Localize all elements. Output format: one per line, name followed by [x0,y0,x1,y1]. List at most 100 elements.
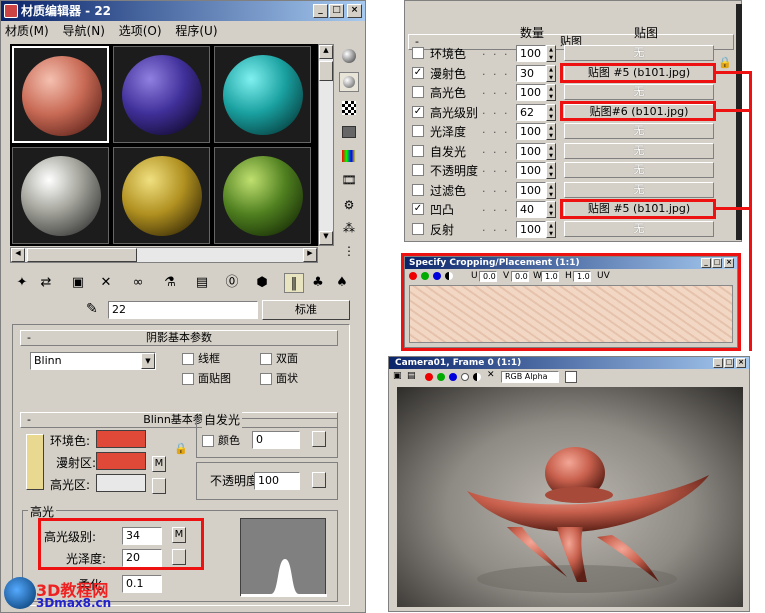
map-amount-input[interactable]: 100 [516,142,546,160]
assign-to-selection-icon[interactable]: ▣ [68,273,88,293]
map-slot-button[interactable]: 无 [564,220,714,237]
alpha-channel-icon[interactable] [461,373,469,381]
mono-icon[interactable] [473,373,481,381]
map-amount-spinner[interactable]: ▲ ▼ [546,220,556,238]
map-amount-spinner[interactable]: ▲ ▼ [546,201,556,218]
sample-uv-tiling-icon[interactable] [339,122,359,142]
sample-type-icon[interactable] [339,46,359,66]
map-amount-spinner[interactable]: ▲ ▼ [546,142,556,160]
self-illum-color-checkbox[interactable]: 颜色 [202,432,240,448]
minimize-button[interactable]: _ [313,4,328,18]
sample-slot-1[interactable] [12,46,109,143]
map-enable-checkbox[interactable] [412,86,424,98]
material-effects-icon[interactable]: ▤ [192,273,212,293]
pick-material-icon[interactable]: ✎ [86,301,98,317]
soften-input[interactable]: 0.1 [122,575,162,593]
map-amount-input[interactable]: 30 [516,64,546,82]
map-amount-spinner[interactable]: ▲ ▼ [546,45,556,62]
map-amount-input[interactable]: 100 [516,162,546,179]
opacity-map-button[interactable] [312,472,326,488]
red-channel-icon[interactable] [425,373,433,381]
title-bar[interactable]: 材质编辑器 - 22 _ □ × [1,1,365,21]
put-to-library-icon[interactable]: ⚗ [160,273,180,293]
material-lookup-icon[interactable]: ♠ [332,273,352,293]
menu-options[interactable]: 选项(O) [119,24,162,38]
map-slot-button[interactable]: 无 [564,123,714,139]
menu-navigation[interactable]: 导航(N) [63,24,105,38]
map-enable-checkbox[interactable]: ✓ [412,203,424,215]
chevron-down-icon[interactable]: ▼ [141,353,155,369]
scroll-down-arrow[interactable]: ▼ [319,231,333,245]
map-slot-button[interactable]: 无 [564,162,714,178]
put-to-scene-icon[interactable]: ⇄ [36,273,56,293]
map-slot-button[interactable]: 无 [564,45,714,61]
channel-dropdown[interactable]: RGB Alpha [501,371,559,383]
lock-icon[interactable]: 🔒 [174,442,188,455]
sample-slot-3[interactable] [214,46,311,143]
backlight-icon[interactable] [339,72,359,92]
close-button[interactable]: × [347,4,362,18]
maximize-button[interactable]: □ [329,4,344,18]
get-material-icon[interactable]: ✦ [12,273,32,293]
go-forward-sibling-icon[interactable]: ♣ [308,273,328,293]
map-amount-spinner[interactable]: ▲ ▼ [546,84,556,101]
make-unique-icon[interactable]: ∞ [128,273,148,293]
map-amount-input[interactable]: 100 [516,181,546,199]
map-amount-input[interactable]: 100 [516,220,546,238]
faceted-checkbox[interactable]: 面状 [260,370,298,386]
map-enable-checkbox[interactable] [412,144,424,157]
video-color-check-icon[interactable] [339,146,359,166]
menu-material[interactable]: 材质(M) [5,24,49,38]
material-type-button[interactable]: 标准 [262,300,350,320]
two-sided-checkbox[interactable]: 双面 [260,350,298,366]
map-slot-button[interactable]: 无 [564,142,714,159]
map-amount-input[interactable]: 100 [516,45,546,62]
color-swatch[interactable] [565,371,577,383]
map-amount-input[interactable]: 100 [516,84,546,101]
close-button[interactable]: × [736,358,746,368]
opacity-value-input[interactable]: 100 [254,472,300,490]
map-enable-checkbox[interactable] [412,125,424,137]
material-navigator-icon[interactable]: ⋮ [339,241,359,261]
render-title-bar[interactable]: Camera01, Frame 0 (1:1) _ □ × [389,357,749,369]
map-amount-spinner[interactable]: ▲ ▼ [546,103,556,121]
scroll-hthumb[interactable] [27,248,137,262]
map-amount-input[interactable]: 40 [516,201,546,218]
background-checker-icon[interactable] [339,98,359,118]
delete-icon[interactable]: ✕ [96,273,116,293]
scroll-up-arrow[interactable]: ▲ [319,45,333,59]
sample-slot-6[interactable] [214,147,311,244]
shader-rollout-header[interactable]: - 阴影基本参数 [20,330,338,346]
map-enable-checkbox[interactable] [412,164,424,176]
sample-slot-2[interactable] [113,46,210,143]
map-enable-checkbox[interactable] [412,183,424,196]
map-enable-checkbox[interactable] [412,47,424,59]
save-icon[interactable]: ▣ [393,371,402,381]
map-amount-input[interactable]: 100 [516,123,546,140]
scroll-right-arrow[interactable]: ▶ [303,248,317,262]
show-end-result-icon[interactable]: ⓪ [222,273,242,293]
map-amount-spinner[interactable]: ▲ ▼ [546,64,556,82]
clone-icon[interactable]: ▤ [407,371,416,381]
sample-slot-5[interactable] [113,147,210,244]
show-map-in-viewport-icon[interactable]: ⬢ [252,273,272,293]
maps-scrollbar[interactable] [736,4,742,240]
map-amount-spinner[interactable]: ▲ ▼ [546,123,556,140]
diffuse-map-button[interactable]: M [152,456,166,472]
clear-icon[interactable]: ✕ [487,370,495,380]
map-enable-checkbox[interactable]: ✓ [412,105,424,118]
slot-vscrollbar[interactable]: ▲ ▼ [318,44,334,246]
scroll-thumb[interactable] [319,61,333,81]
minimize-button[interactable]: _ [713,358,723,368]
ambient-color-swatch[interactable] [96,430,146,448]
diffuse-color-swatch[interactable] [96,452,146,470]
go-to-parent-icon[interactable]: ‖ [284,273,304,293]
lock-colors-button[interactable] [26,434,44,490]
options-icon[interactable]: ⚙ [339,195,359,215]
sample-slot-4[interactable] [12,147,109,244]
map-enable-checkbox[interactable]: ✓ [412,66,424,79]
self-illum-map-button[interactable] [312,431,326,447]
specular-color-swatch[interactable] [96,474,146,492]
specular-map-button[interactable] [152,478,166,494]
select-by-material-icon[interactable]: ⁂ [339,218,359,238]
